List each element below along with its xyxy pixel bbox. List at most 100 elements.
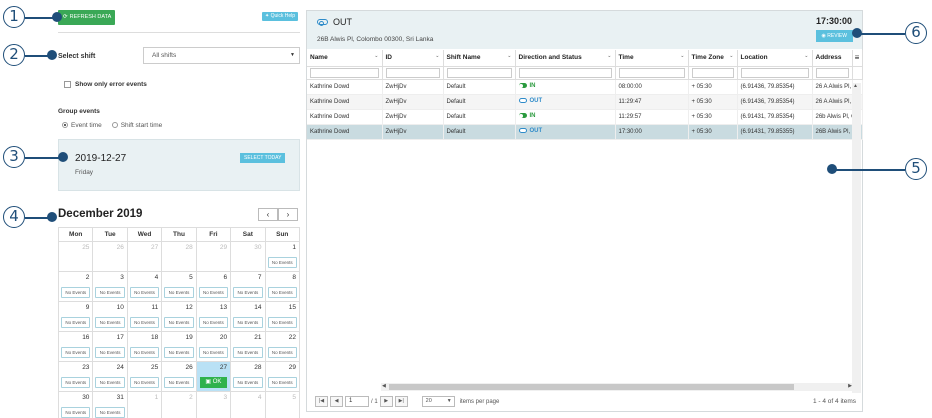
calendar-day[interactable]: 27	[126, 241, 163, 272]
radio-event-time-dot[interactable]	[62, 122, 68, 129]
column-header[interactable]: Name ⌄	[307, 50, 383, 67]
chevron-down-icon[interactable]: ⌄	[374, 53, 378, 59]
calendar-day[interactable]: 12 No Events	[161, 301, 197, 332]
calendar-day[interactable]: 23 No Events	[57, 361, 94, 392]
no-events-badge[interactable]: No Events	[95, 317, 125, 328]
horizontal-scrollbar[interactable]: ◀ ▶	[381, 383, 853, 391]
chevron-down-icon[interactable]: ⌄	[607, 53, 611, 59]
calendar-day[interactable]: 17 No Events	[92, 331, 128, 362]
calendar-day[interactable]: 26	[92, 241, 128, 272]
no-events-badge[interactable]: No Events	[61, 317, 91, 328]
column-header[interactable]: Time ⌄	[615, 50, 689, 67]
radio-shift-start[interactable]: Shift start time	[111, 122, 162, 129]
table-row[interactable]: Kathrine Dowd ZwHjDv Default IN 11:29:57 + 05…	[307, 109, 863, 125]
calendar-day[interactable]: 25 No Events	[126, 361, 163, 392]
scroll-right-icon[interactable]: ▶	[848, 383, 852, 389]
no-events-badge[interactable]: No Events	[267, 287, 297, 298]
select-today-button[interactable]: SELECT TODAY	[240, 153, 286, 163]
calendar-day[interactable]: 5	[264, 391, 301, 418]
no-events-badge[interactable]: No Events	[129, 377, 160, 388]
calendar-day[interactable]: 22 No Events	[264, 331, 301, 362]
show-errors-row[interactable]: Show only error events	[64, 81, 147, 88]
no-events-badge[interactable]: No Events	[198, 347, 229, 358]
no-events-badge[interactable]: No Events	[61, 407, 91, 418]
no-events-badge[interactable]: No Events	[95, 407, 125, 418]
no-events-badge[interactable]: No Events	[164, 377, 194, 388]
calendar-day[interactable]: 11 No Events	[126, 301, 163, 332]
no-events-badge[interactable]: No Events	[267, 257, 297, 268]
column-header[interactable]: Location ⌄	[737, 50, 813, 67]
calendar-day[interactable]: 8 No Events	[264, 271, 301, 302]
shift-select[interactable]: All shifts ▼	[143, 47, 300, 64]
no-events-badge[interactable]: No Events	[95, 287, 125, 298]
chevron-down-icon[interactable]: ⌄	[680, 53, 684, 59]
column-header[interactable]: Shift Name ⌄	[443, 50, 516, 67]
no-events-badge[interactable]: No Events	[129, 287, 160, 298]
table-row[interactable]: Kathrine Dowd ZwHjDv Default OUT 17:30:00 + 0…	[307, 124, 863, 140]
calendar-next-button[interactable]: ›	[278, 208, 298, 221]
pager-first-button[interactable]: |◀	[315, 396, 328, 407]
chevron-down-icon[interactable]: ⌄	[804, 53, 808, 59]
scroll-left-icon[interactable]: ◀	[382, 383, 386, 389]
table-row[interactable]: Kathrine Dowd ZwHjDv Default IN 08:00:00 + 05…	[307, 79, 863, 95]
calendar-day[interactable]: 4	[230, 391, 266, 418]
no-events-badge[interactable]: No Events	[129, 347, 160, 358]
no-events-badge[interactable]: No Events	[233, 377, 263, 388]
chevron-down-icon[interactable]: ⌄	[729, 53, 733, 59]
ok-badge[interactable]: ▣ OK	[199, 377, 228, 388]
quick-help-button[interactable]: ✦ Quick Help	[262, 12, 299, 21]
column-filter-input[interactable]	[518, 67, 612, 78]
no-events-badge[interactable]: No Events	[164, 287, 194, 298]
vertical-scrollbar[interactable]: ▲	[852, 83, 861, 393]
calendar-day[interactable]: 25	[57, 241, 94, 272]
column-filter-input[interactable]	[740, 67, 809, 78]
horizontal-scroll-thumb[interactable]	[389, 384, 794, 390]
no-events-badge[interactable]: No Events	[95, 377, 125, 388]
refresh-data-button[interactable]: ⟳ REFRESH DATA	[58, 10, 115, 25]
calendar-day[interactable]: 28 No Events	[230, 361, 266, 392]
column-filter-input[interactable]	[815, 67, 849, 78]
calendar-day[interactable]: 26 No Events	[161, 361, 197, 392]
column-header[interactable]: Address	[812, 50, 853, 67]
column-filter-input[interactable]	[691, 67, 734, 78]
calendar-day[interactable]: 4 No Events	[126, 271, 163, 302]
no-events-badge[interactable]: No Events	[95, 347, 125, 358]
pager-next-button[interactable]: ▶	[379, 396, 393, 407]
no-events-badge[interactable]: No Events	[233, 347, 263, 358]
no-events-badge[interactable]: No Events	[61, 347, 91, 358]
calendar-day[interactable]: 20 No Events	[195, 331, 232, 362]
calendar-day[interactable]: 30	[230, 241, 266, 272]
column-header[interactable]: Time Zone ⌄	[688, 50, 738, 67]
calendar-day[interactable]: 5 No Events	[161, 271, 197, 302]
table-row[interactable]: Kathrine Dowd ZwHjDv Default OUT 11:29:47 + 0…	[307, 94, 863, 110]
show-errors-checkbox[interactable]	[64, 81, 71, 88]
calendar-day[interactable]: 28	[161, 241, 197, 272]
calendar-day[interactable]: 21 No Events	[230, 331, 266, 362]
chevron-down-icon[interactable]: ⌄	[435, 53, 439, 59]
calendar-day[interactable]: 16 No Events	[57, 331, 94, 362]
scroll-up-icon[interactable]: ▲	[853, 83, 858, 89]
column-menu-icon[interactable]: ≡	[852, 50, 863, 67]
radio-event-time[interactable]: Event time	[62, 122, 102, 129]
calendar-day[interactable]: 2	[161, 391, 197, 418]
pager-prev-button[interactable]: ◀	[330, 396, 343, 407]
calendar-day[interactable]: 1	[126, 391, 163, 418]
no-events-badge[interactable]: No Events	[198, 317, 229, 328]
no-events-badge[interactable]: No Events	[198, 287, 229, 298]
no-events-badge[interactable]: No Events	[164, 317, 194, 328]
calendar-day[interactable]: 18 No Events	[126, 331, 163, 362]
calendar-day[interactable]: 19 No Events	[161, 331, 197, 362]
no-events-badge[interactable]: No Events	[267, 347, 297, 358]
calendar-day[interactable]: 13 No Events	[195, 301, 232, 332]
calendar-day[interactable]: 27 ▣ OK	[195, 361, 232, 392]
calendar-prev-button[interactable]: ‹	[258, 208, 278, 221]
no-events-badge[interactable]: No Events	[61, 377, 91, 388]
column-filter-input[interactable]	[618, 67, 685, 78]
review-button[interactable]: ◉ REVIEW	[815, 30, 853, 42]
no-events-badge[interactable]: No Events	[61, 287, 91, 298]
pager-page-input[interactable]: 1	[345, 396, 369, 407]
column-header[interactable]: Direction and Status ⌄	[515, 50, 616, 67]
calendar-day[interactable]: 1 No Events	[264, 241, 301, 272]
calendar-day[interactable]: 6 No Events	[195, 271, 232, 302]
no-events-badge[interactable]: No Events	[129, 317, 160, 328]
